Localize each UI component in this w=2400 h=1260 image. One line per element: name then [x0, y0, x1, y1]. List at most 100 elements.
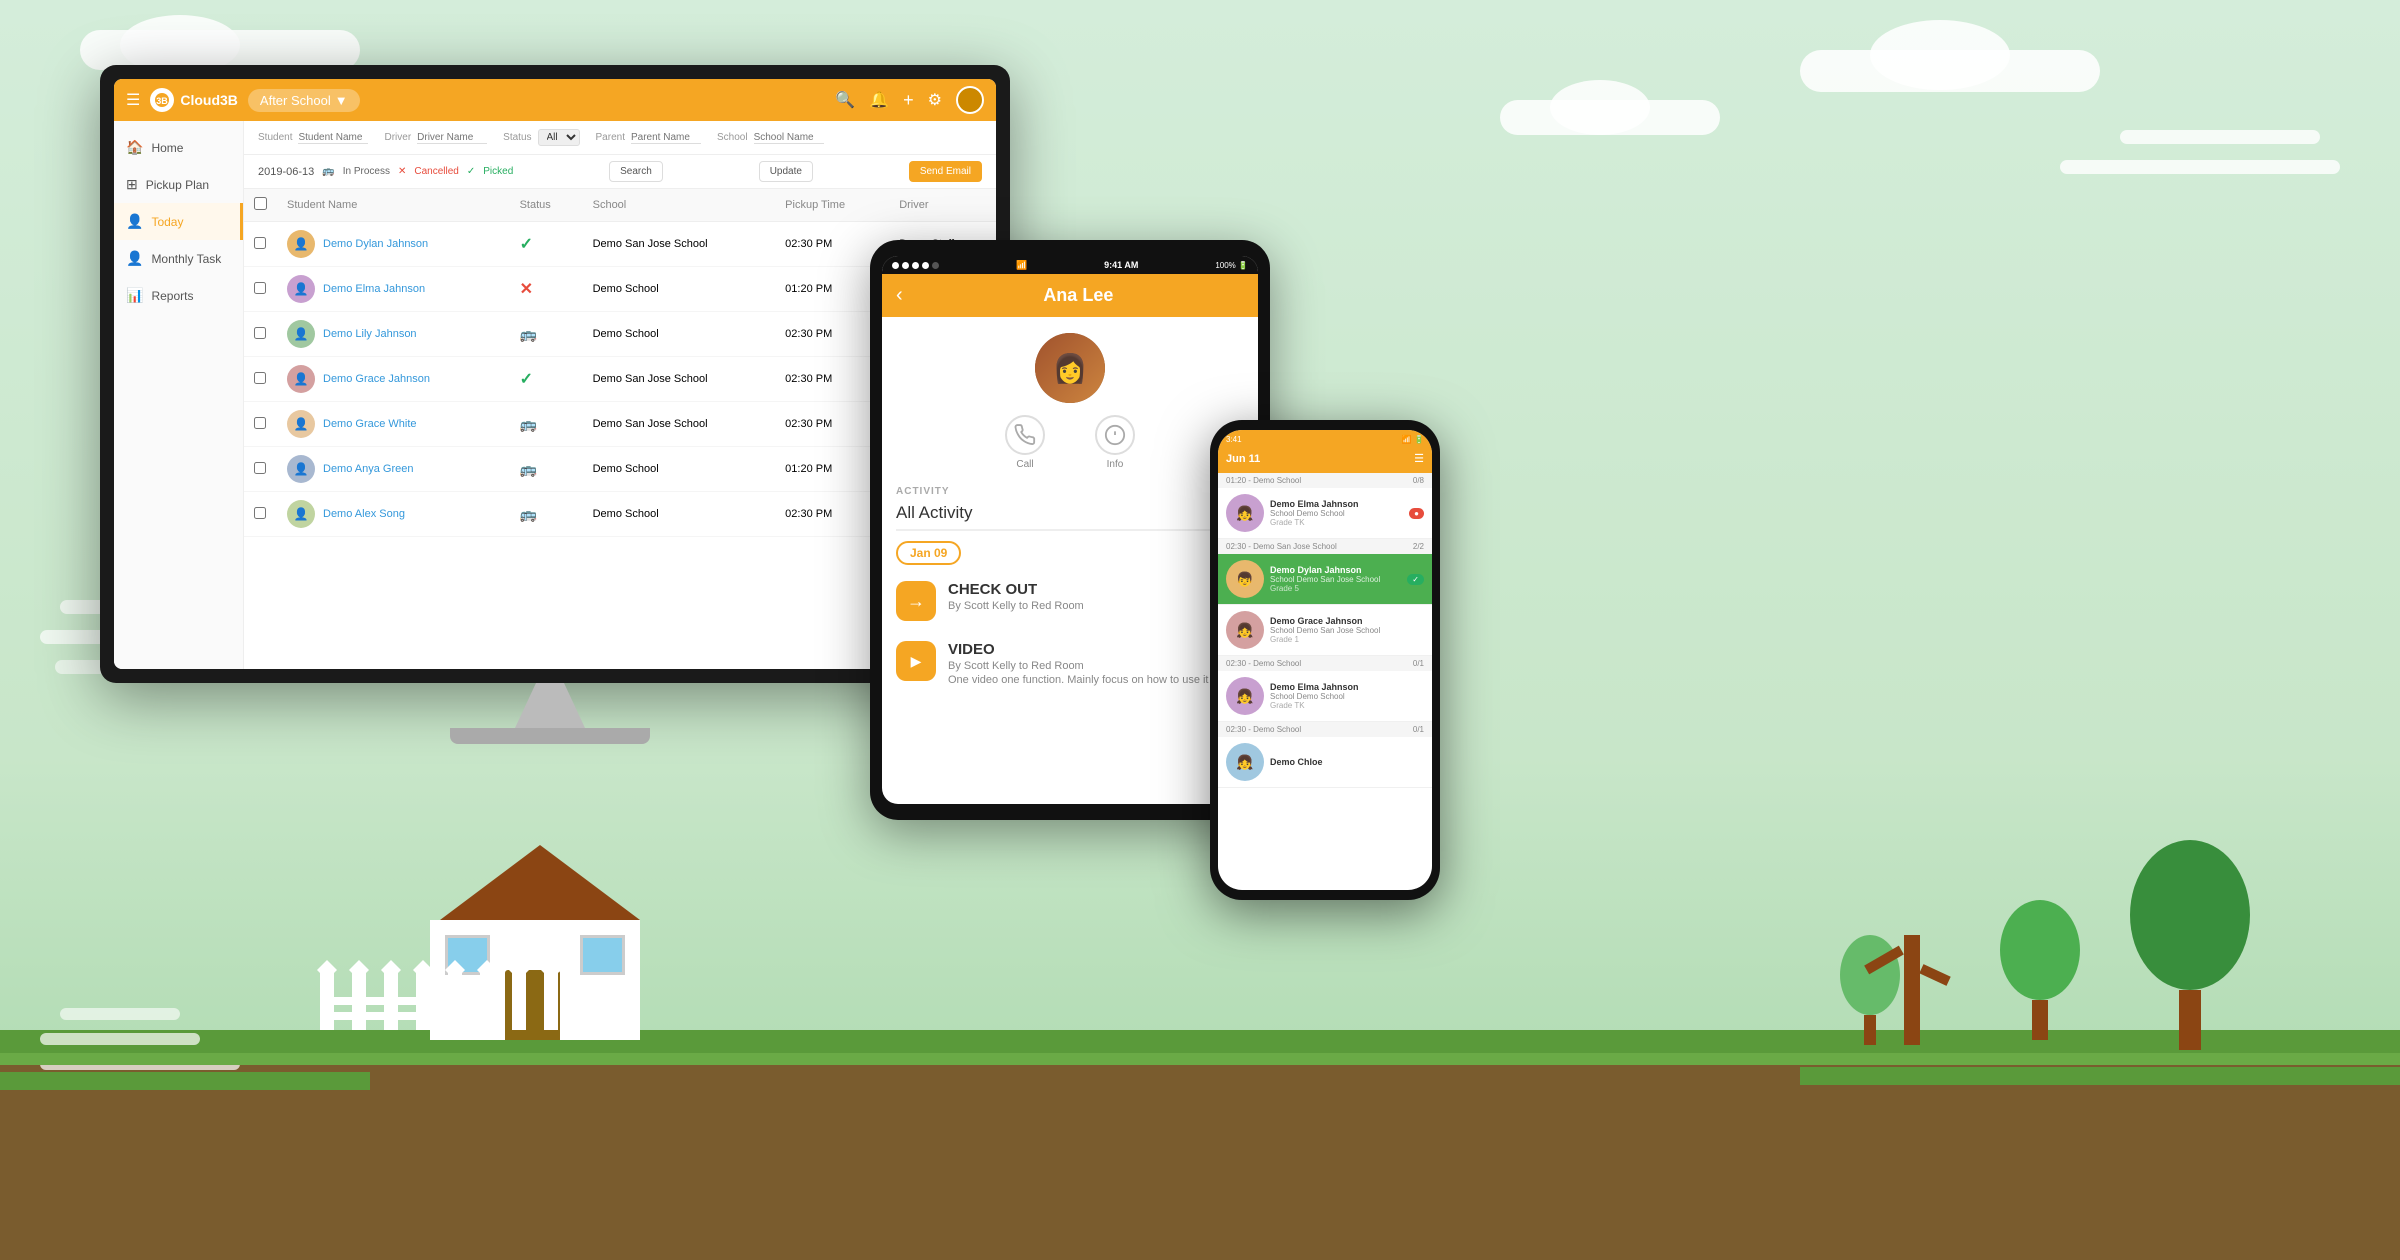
- dylan-name: Demo Dylan Jahnson: [1270, 565, 1401, 575]
- row-checkbox-cell-3: [244, 357, 277, 402]
- gear-icon[interactable]: ⚙: [928, 90, 942, 110]
- student-filter-input[interactable]: [298, 132, 368, 144]
- bell-icon[interactable]: 🔔: [869, 90, 889, 110]
- row-checkbox-5[interactable]: [254, 462, 266, 474]
- monitor-container: ☰ 3B Cloud3B After School ▼ 🔍 🔔 + ⚙: [100, 65, 1000, 744]
- slot-1-count: 0/8: [1413, 476, 1424, 485]
- parent-filter-input[interactable]: [631, 132, 701, 144]
- slot-3-count: 0/1: [1413, 659, 1424, 668]
- row-checkbox-6[interactable]: [254, 507, 266, 519]
- row-status-1: ✕: [510, 267, 583, 312]
- activity-dropdown-value[interactable]: All Activity: [896, 503, 973, 523]
- phone-header-nav-icon[interactable]: ☰: [1414, 452, 1424, 465]
- phone-list-item-chloe[interactable]: 👧 Demo Chloe: [1218, 737, 1432, 788]
- dot-5: [932, 262, 939, 269]
- grass-strip-1: [0, 1053, 2400, 1065]
- logo-icon: 3B: [150, 88, 174, 112]
- sidebar: 🏠 Home ⊞ Pickup Plan 👤 Today 👤 Monthly T…: [114, 121, 244, 669]
- info-action[interactable]: Info: [1095, 415, 1135, 470]
- row-checkbox-2[interactable]: [254, 327, 266, 339]
- status-filter: Status All: [503, 129, 579, 146]
- select-all-checkbox[interactable]: [254, 197, 267, 210]
- sidebar-item-today[interactable]: 👤 Today: [114, 203, 243, 240]
- status-check-icon: ✓: [520, 236, 533, 253]
- video-icon-box: ▶: [896, 641, 936, 681]
- video-desc: One video one function. Mainly focus on …: [948, 674, 1244, 686]
- student-name-0: Demo Dylan Jahnson: [323, 238, 428, 250]
- dylan-badge: ✓: [1407, 574, 1424, 585]
- back-button[interactable]: ‹: [896, 284, 903, 307]
- sidebar-monthly-label: Monthly Task: [151, 252, 221, 266]
- checkout-icon-box: →: [896, 581, 936, 621]
- row-checkbox-cell-4: [244, 402, 277, 447]
- update-button[interactable]: Update: [759, 161, 813, 182]
- profile-actions: Call Info: [1005, 415, 1135, 470]
- date-badge: Jan 09: [896, 541, 961, 565]
- status-check-icon: ✓: [520, 371, 533, 388]
- search-button[interactable]: Search: [609, 161, 663, 182]
- video-content: VIDEO 5:40 By Scott Kelly to Red Room On…: [948, 641, 1244, 686]
- bus-icon-toolbar: 🚌: [322, 166, 334, 177]
- tablet-status-bar: 📶 9:41 AM 100% 🔋: [882, 256, 1258, 274]
- phone-list-item-grace[interactable]: 👧 Demo Grace Jahnson School Demo San Jos…: [1218, 605, 1432, 656]
- row-checkbox-3[interactable]: [254, 372, 266, 384]
- phone-list-item-elma2[interactable]: 👧 Demo Elma Jahnson School Demo School G…: [1218, 671, 1432, 722]
- phone-slot-header-3: 02:30 - Demo School 0/1: [1218, 656, 1432, 671]
- dylan-avatar: 👦: [1226, 560, 1264, 598]
- menu-icon[interactable]: ☰: [126, 90, 140, 110]
- slot-4-count: 0/1: [1413, 725, 1424, 734]
- school-filter-input[interactable]: [754, 132, 824, 144]
- user-avatar[interactable]: [956, 86, 984, 114]
- elma-school: School Demo School: [1270, 509, 1403, 518]
- slot-2-time: 02:30 - Demo San Jose School: [1226, 542, 1337, 551]
- row-checkbox-1[interactable]: [254, 282, 266, 294]
- elma-name: Demo Elma Jahnson: [1270, 499, 1403, 509]
- student-name-1: Demo Elma Jahnson: [323, 283, 425, 295]
- toolbar: 2019-06-13 🚌 In Process ✕ Cancelled ✓ Pi…: [244, 155, 996, 189]
- student-name-3: Demo Grace Jahnson: [323, 373, 430, 385]
- plus-icon[interactable]: +: [903, 90, 914, 111]
- student-avatar-0: 👤: [287, 230, 315, 258]
- send-email-button[interactable]: Send Email: [909, 161, 982, 182]
- in-process-label: In Process: [343, 166, 390, 177]
- row-checkbox-cell-2: [244, 312, 277, 357]
- sidebar-item-home[interactable]: 🏠 Home: [114, 129, 243, 166]
- activity-item-checkout: → CHECK OUT 6:00 By Scott Kelly to Red R…: [882, 571, 1258, 631]
- table-header-row: Student Name Status School Pickup Time D…: [244, 189, 996, 222]
- row-avatar-name-0: 👤 Demo Dylan Jahnson: [277, 222, 510, 266]
- row-checkbox-cell-0: [244, 222, 277, 267]
- parent-filter: Parent: [596, 132, 701, 144]
- search-icon[interactable]: 🔍: [835, 90, 855, 110]
- tablet-profile-name: Ana Lee: [913, 285, 1244, 306]
- monitor-neck: [515, 683, 585, 728]
- row-avatar-name-2: 👤 Demo Lily Jahnson: [277, 312, 510, 356]
- after-school-dropdown[interactable]: After School ▼: [248, 89, 360, 112]
- picked-label: Picked: [483, 166, 513, 177]
- sidebar-item-pickup-plan[interactable]: ⊞ Pickup Plan: [114, 166, 243, 203]
- phone-list: 01:20 - Demo School 0/8 👧 Demo Elma Jahn…: [1218, 473, 1432, 883]
- row-status-3: ✓: [510, 357, 583, 402]
- sidebar-item-monthly-task[interactable]: 👤 Monthly Task: [114, 240, 243, 277]
- phone-slot-header-2: 02:30 - Demo San Jose School 2/2: [1218, 539, 1432, 554]
- road-marking-2: [40, 1033, 200, 1045]
- profile-avatar: 👩: [1035, 333, 1105, 403]
- info-icon: [1095, 415, 1135, 455]
- home-icon: 🏠: [126, 139, 143, 156]
- status-bus-icon: 🚌: [520, 416, 537, 432]
- elma-grade: Grade TK: [1270, 518, 1403, 527]
- sidebar-item-reports[interactable]: 📊 Reports: [114, 277, 243, 314]
- student-avatar-6: 👤: [287, 500, 315, 528]
- grace-avatar: 👧: [1226, 611, 1264, 649]
- school-filter-label: School: [717, 132, 748, 143]
- x-icon-toolbar: ✕: [398, 166, 406, 177]
- status-filter-select[interactable]: All: [538, 129, 580, 146]
- phone-list-item-dylan[interactable]: 👦 Demo Dylan Jahnson School Demo San Jos…: [1218, 554, 1432, 605]
- phone-list-item-elma[interactable]: 👧 Demo Elma Jahnson School Demo School G…: [1218, 488, 1432, 539]
- row-checkbox-4[interactable]: [254, 417, 266, 429]
- driver-filter-input[interactable]: [417, 132, 487, 144]
- tablet-time: 9:41 AM: [1104, 260, 1138, 270]
- tablet-battery: 100% 🔋: [1215, 261, 1248, 270]
- driver-filter-label: Driver: [384, 132, 411, 143]
- call-action[interactable]: Call: [1005, 415, 1045, 470]
- row-checkbox-0[interactable]: [254, 237, 266, 249]
